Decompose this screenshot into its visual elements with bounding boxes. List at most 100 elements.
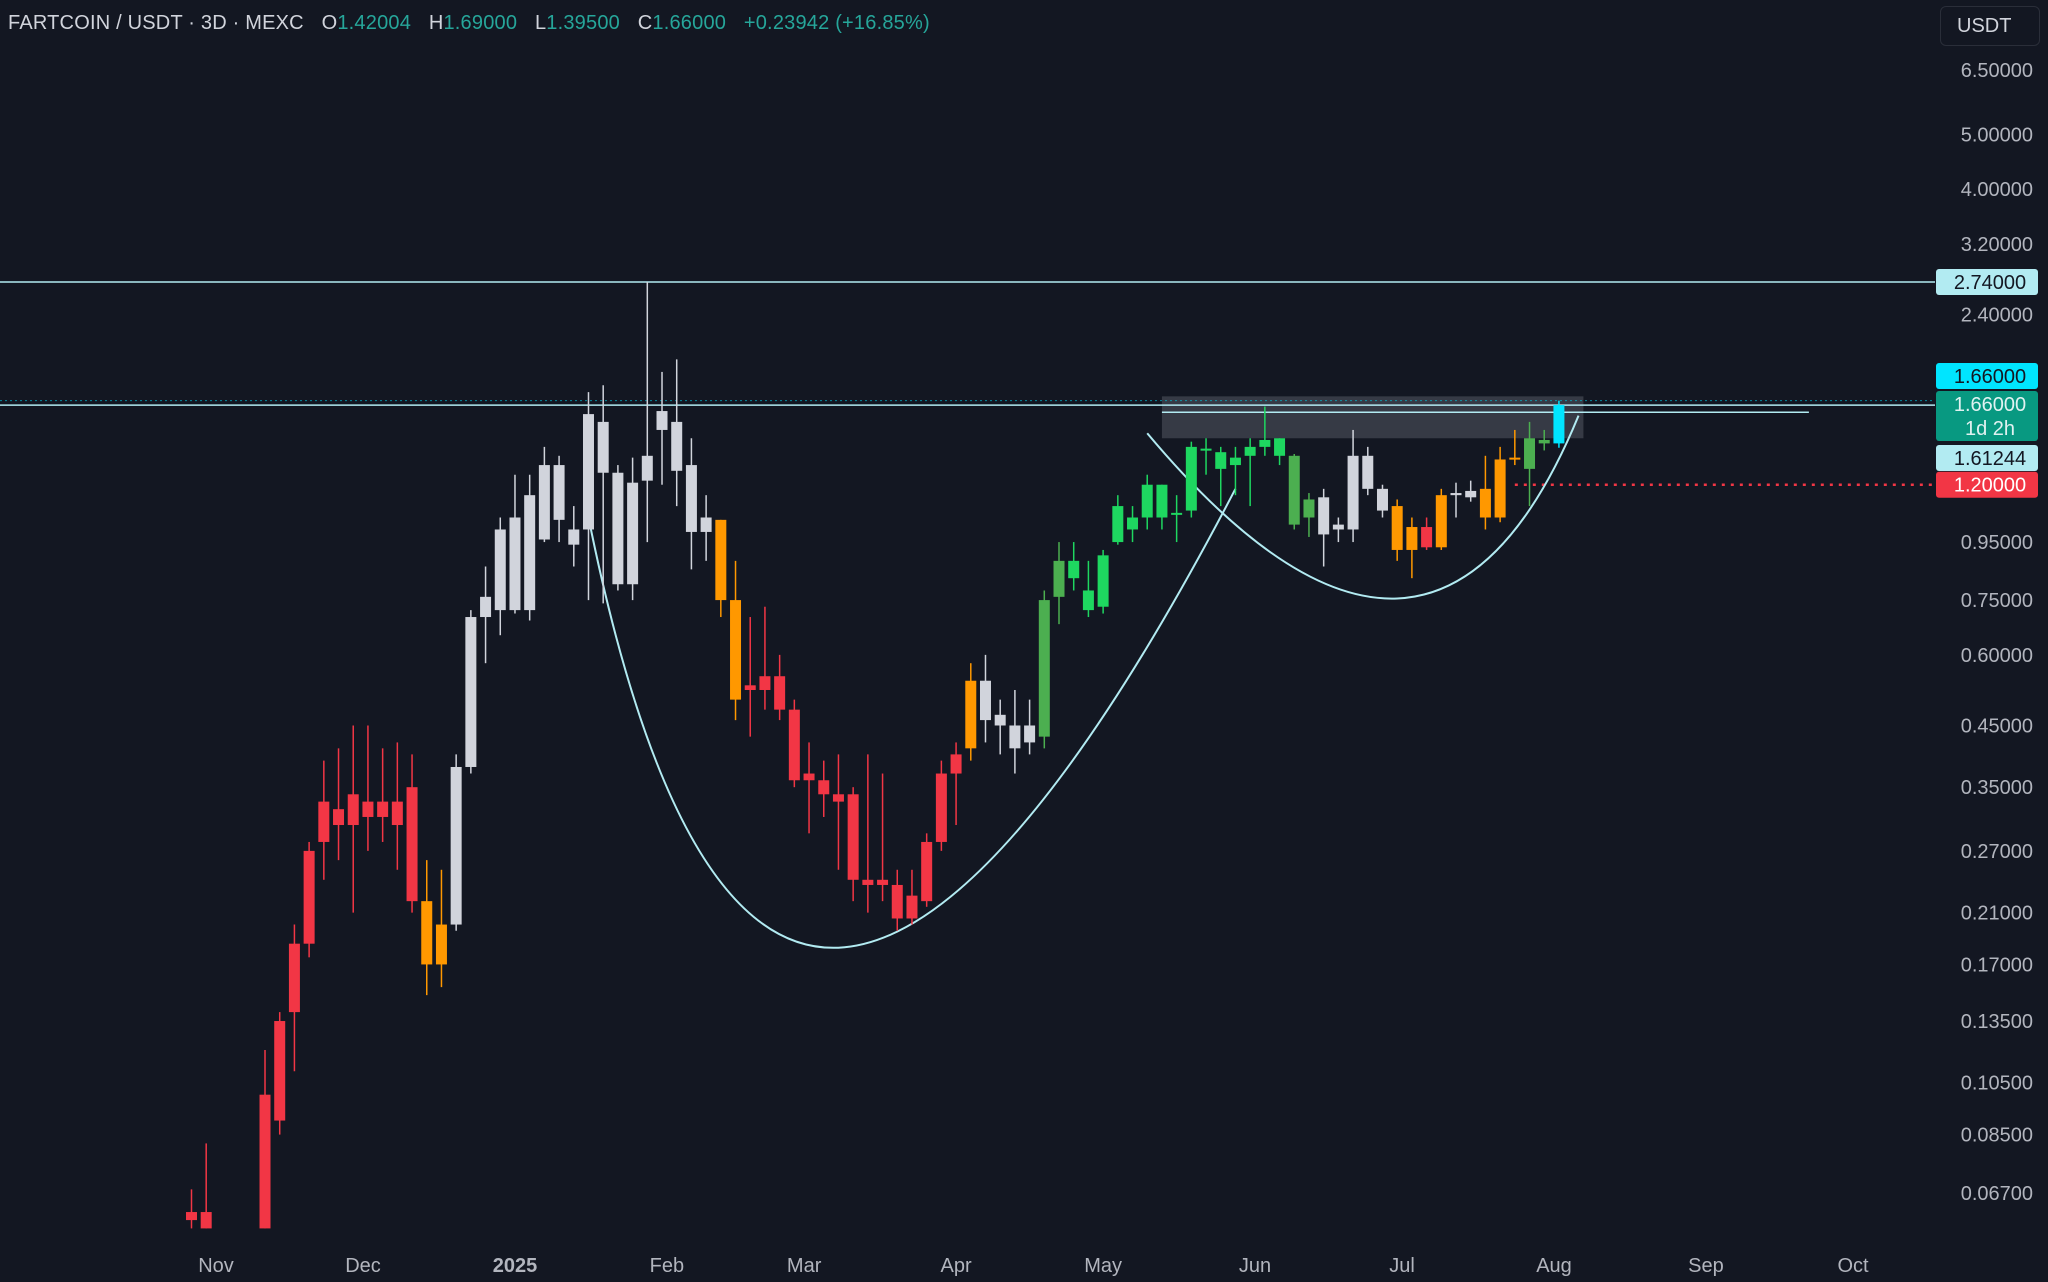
candle[interactable] [818, 760, 830, 817]
candle[interactable] [1303, 493, 1315, 537]
candle[interactable] [685, 438, 697, 570]
candle[interactable] [1200, 438, 1212, 475]
candle[interactable] [480, 566, 492, 664]
candle[interactable] [1053, 542, 1065, 625]
candle[interactable] [1082, 560, 1094, 618]
candle[interactable] [1406, 517, 1418, 579]
candle[interactable] [1421, 517, 1433, 550]
candle[interactable] [1009, 689, 1021, 774]
candle-body [979, 680, 991, 721]
candle[interactable] [1185, 441, 1197, 518]
candle[interactable] [950, 742, 962, 826]
candle[interactable] [333, 748, 345, 861]
candle[interactable] [362, 725, 374, 851]
candle[interactable] [744, 617, 756, 737]
candle[interactable] [318, 760, 330, 880]
candle-body [877, 879, 889, 885]
y-tick-label: 2.40000 [1961, 305, 2033, 327]
candle[interactable] [788, 699, 800, 788]
candle[interactable] [435, 869, 447, 988]
candle[interactable] [1215, 446, 1227, 507]
candle[interactable] [1171, 495, 1183, 543]
candle[interactable] [494, 517, 506, 636]
candle[interactable] [1376, 484, 1388, 518]
candle[interactable] [965, 663, 977, 761]
candle[interactable] [774, 654, 786, 721]
candle-body [1127, 517, 1139, 530]
candle[interactable] [303, 841, 315, 958]
candle[interactable] [612, 465, 624, 591]
candle[interactable] [1244, 438, 1256, 507]
candle-body [788, 709, 800, 781]
candle[interactable] [641, 282, 653, 543]
candle[interactable] [979, 654, 991, 743]
candle[interactable] [1097, 549, 1109, 614]
candle[interactable] [862, 754, 874, 913]
candle[interactable] [1127, 506, 1139, 543]
candle[interactable] [1141, 474, 1153, 530]
candle[interactable] [1274, 438, 1286, 466]
candle[interactable] [406, 754, 418, 913]
candle[interactable] [185, 1189, 197, 1229]
candle[interactable] [259, 1049, 271, 1229]
candle[interactable] [347, 725, 359, 913]
candle[interactable] [1391, 499, 1403, 561]
candle[interactable] [1494, 446, 1506, 523]
candle[interactable] [1435, 488, 1447, 550]
candle[interactable] [288, 924, 300, 1072]
candle[interactable] [803, 742, 815, 834]
candle[interactable] [891, 869, 903, 931]
candle[interactable] [1038, 590, 1050, 749]
candle[interactable] [1450, 482, 1462, 518]
candle[interactable] [538, 446, 550, 543]
candle[interactable] [1362, 446, 1374, 496]
candle[interactable] [1024, 699, 1036, 755]
candle[interactable] [421, 860, 433, 996]
candle[interactable] [921, 833, 933, 907]
candle[interactable] [450, 754, 462, 931]
candle[interactable] [906, 869, 918, 925]
candle-body [377, 801, 389, 817]
candle[interactable] [568, 506, 580, 567]
currency-selector[interactable]: USDT [1940, 6, 2040, 46]
candle[interactable] [1068, 542, 1080, 591]
candle[interactable] [627, 457, 639, 601]
candle[interactable] [582, 392, 594, 601]
candle[interactable] [509, 474, 521, 614]
candle[interactable] [1465, 480, 1477, 502]
countdown-badge-text: 1d 2h [1965, 418, 2015, 440]
candle[interactable] [1288, 453, 1300, 530]
candle[interactable] [730, 560, 742, 721]
candle[interactable] [465, 610, 477, 774]
candle[interactable] [832, 754, 844, 870]
candle[interactable] [200, 1143, 212, 1229]
candle[interactable] [274, 1012, 286, 1135]
candle[interactable] [1347, 429, 1359, 543]
candle[interactable] [1112, 495, 1124, 545]
candle[interactable] [877, 773, 889, 902]
candle[interactable] [377, 748, 389, 842]
candle-body [627, 482, 639, 585]
candle[interactable] [553, 455, 565, 543]
candle[interactable] [1332, 517, 1344, 543]
candle[interactable] [1479, 455, 1491, 530]
candle-body [1068, 560, 1080, 579]
candle[interactable] [759, 606, 771, 710]
candle[interactable] [671, 359, 683, 507]
candle[interactable] [1156, 484, 1168, 530]
candle[interactable] [391, 742, 403, 870]
candle[interactable] [1229, 446, 1241, 496]
candle[interactable] [1553, 400, 1565, 448]
candle[interactable] [656, 371, 668, 485]
chart-root[interactable]: 6.50000 5.00000 4.00000 3.20000 2.40000 0.950… [0, 0, 2048, 1282]
candle[interactable] [524, 474, 536, 621]
candle[interactable] [994, 699, 1006, 755]
candlestick-chart[interactable]: 6.50000 5.00000 4.00000 3.20000 2.40000 0.950… [0, 0, 2048, 1282]
candle[interactable] [715, 519, 727, 618]
candle[interactable] [935, 760, 947, 851]
close-value: 1.66000 [652, 12, 727, 34]
handle-curve[interactable] [1146, 415, 1580, 600]
candle[interactable] [700, 495, 712, 561]
candle[interactable] [1318, 488, 1330, 567]
candle[interactable] [847, 787, 859, 902]
